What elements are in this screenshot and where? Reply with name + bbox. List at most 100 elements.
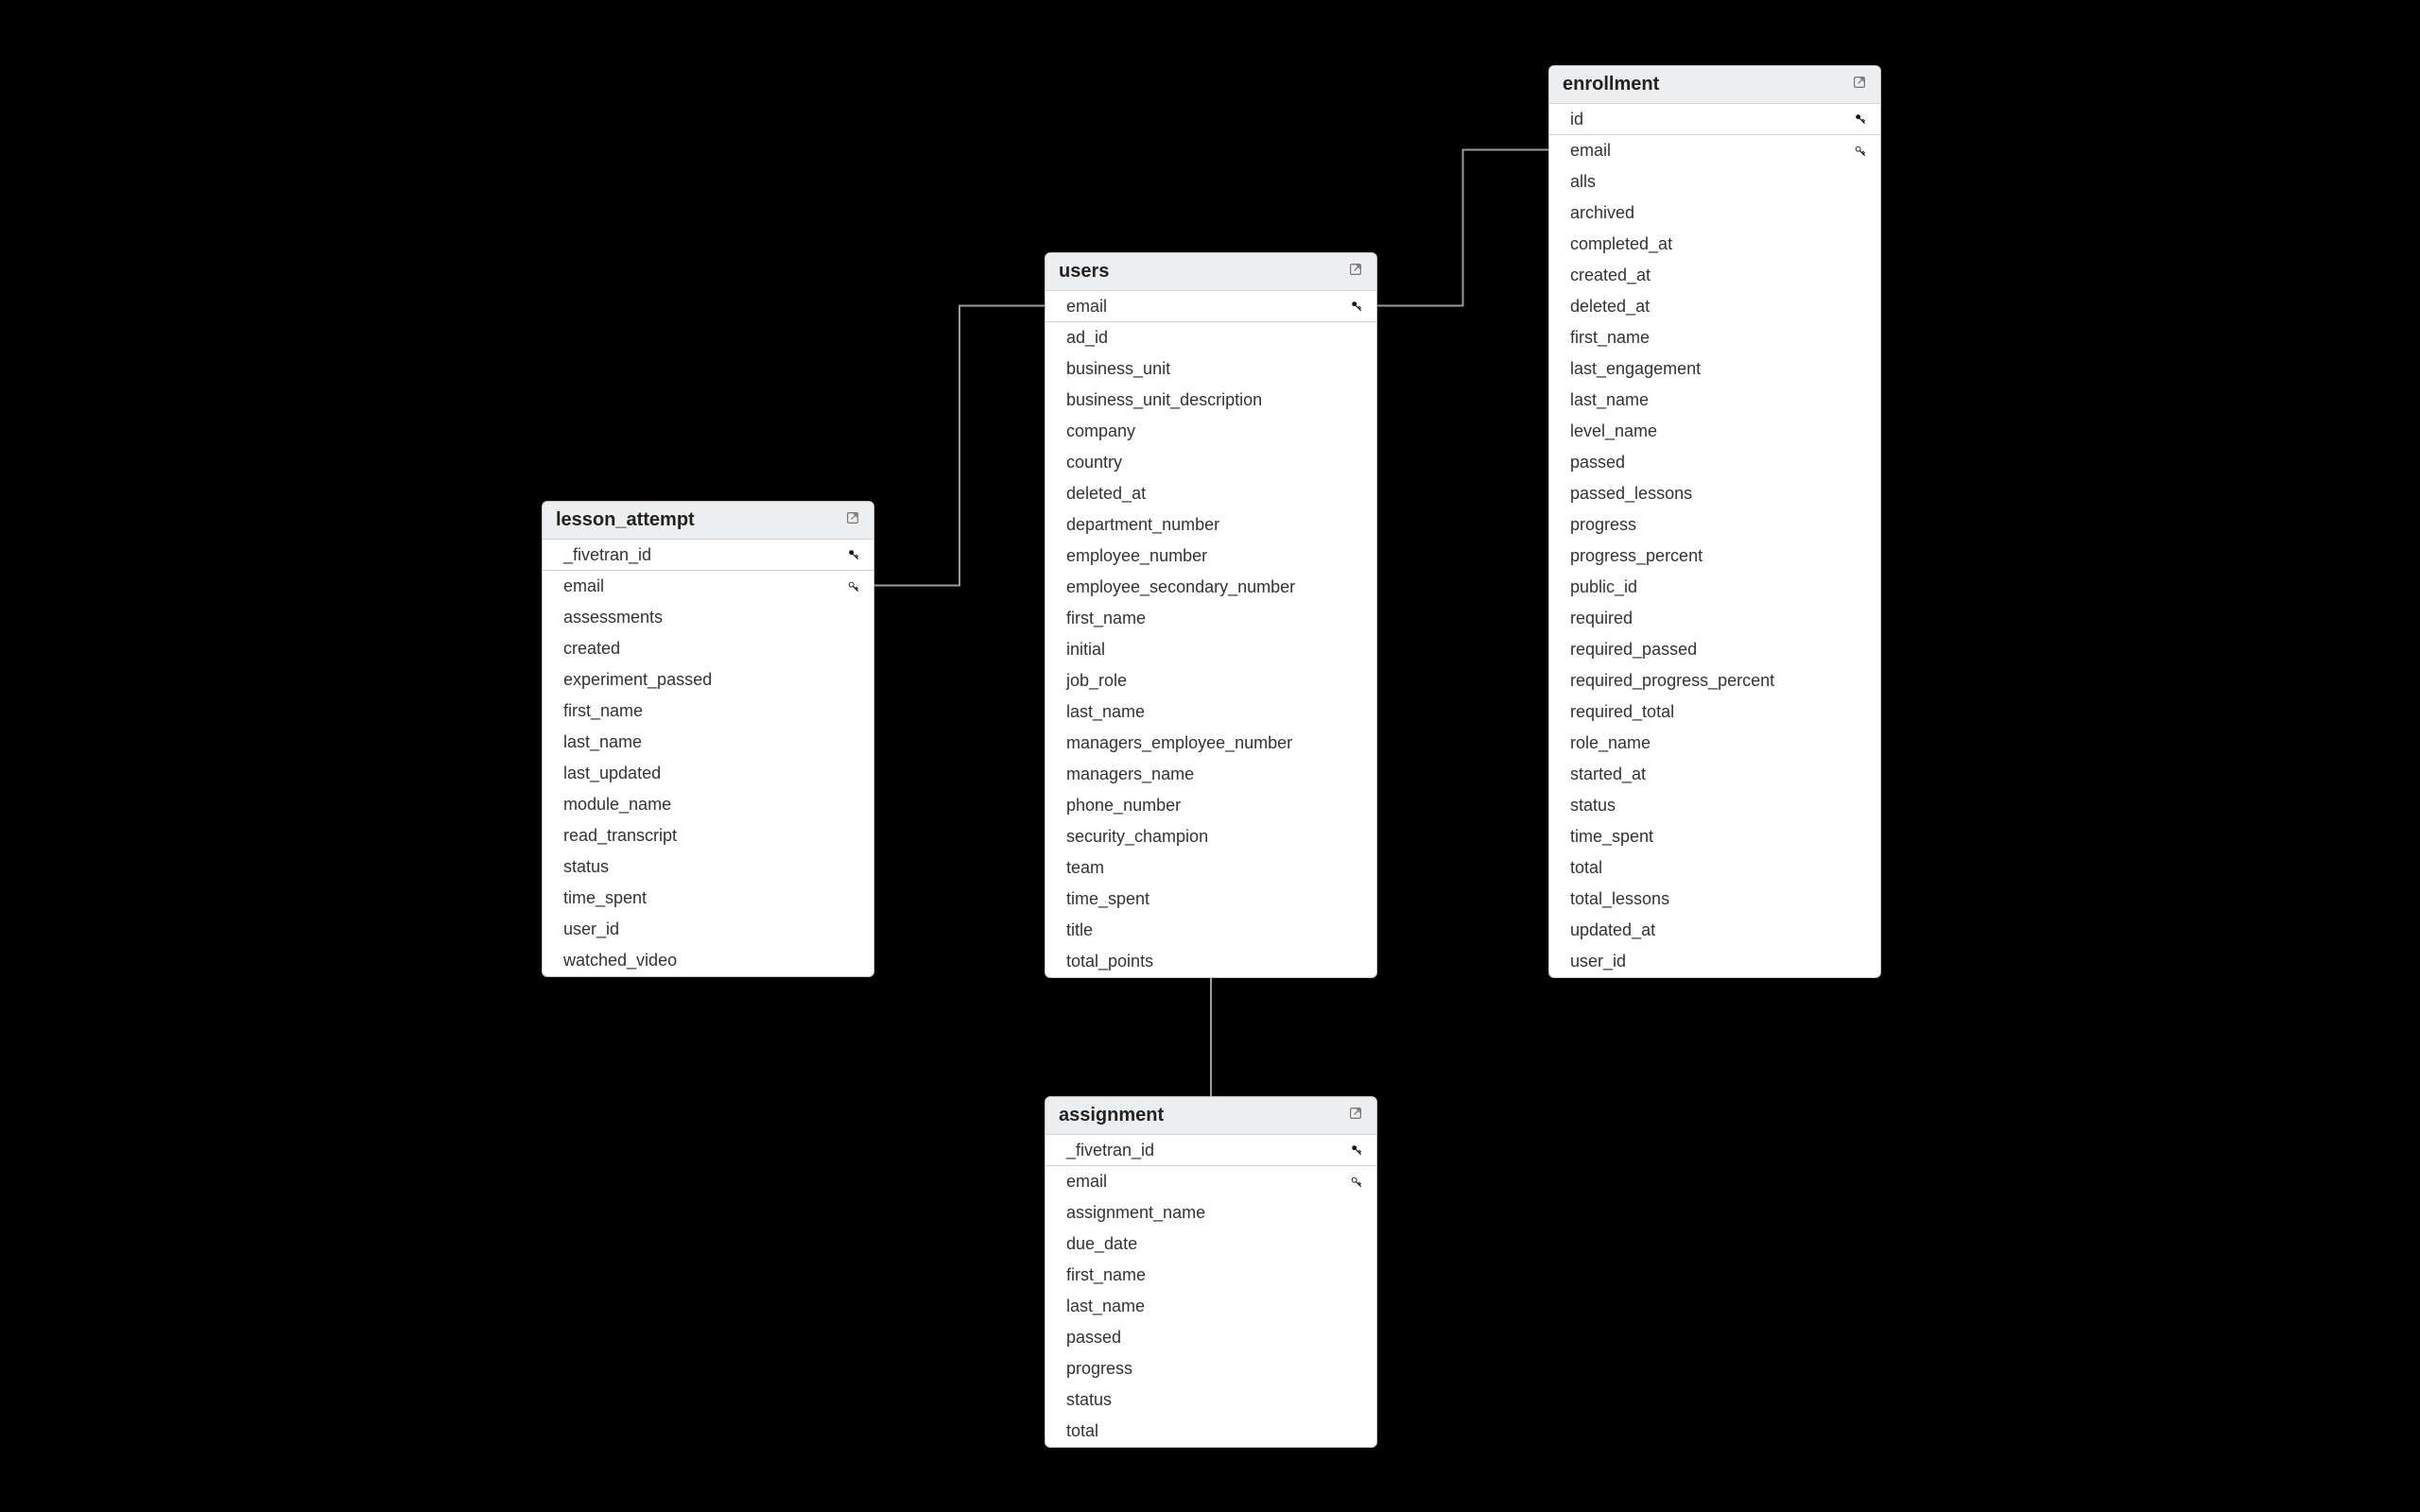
column-row[interactable]: read_transcript	[543, 820, 873, 851]
column-row[interactable]: email	[543, 571, 873, 602]
column-row[interactable]: created	[543, 633, 873, 664]
column-row[interactable]: time_spent	[1549, 821, 1880, 852]
table-header[interactable]: assignment	[1046, 1097, 1376, 1135]
table-users[interactable]: users email ad_idbusiness_unitbusiness_u…	[1045, 252, 1377, 978]
table-title: users	[1059, 261, 1109, 283]
column-row[interactable]: required_total	[1549, 696, 1880, 728]
column-row[interactable]: created_at	[1549, 260, 1880, 291]
column-row[interactable]: user_id	[543, 914, 873, 945]
table-header[interactable]: users	[1046, 253, 1376, 291]
column-name: level_name	[1570, 421, 1657, 441]
column-row[interactable]: email	[1046, 1166, 1376, 1197]
column-row[interactable]: business_unit_description	[1046, 385, 1376, 416]
column-row[interactable]: started_at	[1549, 759, 1880, 790]
column-row[interactable]: id	[1549, 104, 1880, 135]
column-row[interactable]: initial	[1046, 634, 1376, 665]
column-row[interactable]: progress	[1046, 1353, 1376, 1384]
column-row[interactable]: due_date	[1046, 1228, 1376, 1260]
table-header[interactable]: enrollment	[1549, 66, 1880, 104]
column-row[interactable]: _fivetran_id	[1046, 1135, 1376, 1166]
column-row[interactable]: public_id	[1549, 572, 1880, 603]
column-row[interactable]: assessments	[543, 602, 873, 633]
column-row[interactable]: status	[1549, 790, 1880, 821]
open-table-icon[interactable]	[845, 510, 860, 530]
column-name: email	[563, 576, 604, 596]
column-row[interactable]: first_name	[1549, 322, 1880, 353]
column-row[interactable]: team	[1046, 852, 1376, 884]
column-row[interactable]: required_passed	[1549, 634, 1880, 665]
column-row[interactable]: progress	[1549, 509, 1880, 541]
column-row[interactable]: _fivetran_id	[543, 540, 873, 571]
table-lesson_attempt[interactable]: lesson_attempt _fivetran_id email assess…	[542, 501, 874, 977]
column-row[interactable]: title	[1046, 915, 1376, 946]
column-row[interactable]: first_name	[543, 696, 873, 727]
column-row[interactable]: alls	[1549, 166, 1880, 198]
column-row[interactable]: first_name	[1046, 603, 1376, 634]
table-enrollment[interactable]: enrollment id email allsarchivedcomplete…	[1548, 65, 1881, 978]
column-row[interactable]: required	[1549, 603, 1880, 634]
column-row[interactable]: employee_secondary_number	[1046, 572, 1376, 603]
open-table-icon[interactable]	[1852, 75, 1867, 94]
column-row[interactable]: country	[1046, 447, 1376, 478]
column-name: required	[1570, 609, 1633, 628]
column-row[interactable]: total_points	[1046, 946, 1376, 977]
foreign-key-icon	[1848, 145, 1867, 158]
column-row[interactable]: security_champion	[1046, 821, 1376, 852]
column-row[interactable]: status	[543, 851, 873, 883]
column-name: time_spent	[1570, 827, 1653, 847]
open-table-icon[interactable]	[1348, 1106, 1363, 1125]
column-row[interactable]: watched_video	[543, 945, 873, 976]
column-row[interactable]: deleted_at	[1046, 478, 1376, 509]
column-name: company	[1066, 421, 1135, 441]
column-row[interactable]: managers_employee_number	[1046, 728, 1376, 759]
column-name: team	[1066, 858, 1104, 878]
column-row[interactable]: time_spent	[543, 883, 873, 914]
column-name: deleted_at	[1066, 484, 1146, 504]
column-name: phone_number	[1066, 796, 1181, 816]
column-row[interactable]: completed_at	[1549, 229, 1880, 260]
column-row[interactable]: last_name	[1549, 385, 1880, 416]
column-row[interactable]: business_unit	[1046, 353, 1376, 385]
column-row[interactable]: archived	[1549, 198, 1880, 229]
column-row[interactable]: first_name	[1046, 1260, 1376, 1291]
column-row[interactable]: level_name	[1549, 416, 1880, 447]
column-row[interactable]: assignment_name	[1046, 1197, 1376, 1228]
column-row[interactable]: job_role	[1046, 665, 1376, 696]
er-diagram-canvas[interactable]: lesson_attempt _fivetran_id email assess…	[0, 0, 2420, 1512]
table-assignment[interactable]: assignment _fivetran_id email assignment…	[1045, 1096, 1377, 1448]
column-row[interactable]: deleted_at	[1549, 291, 1880, 322]
column-row[interactable]: status	[1046, 1384, 1376, 1416]
column-row[interactable]: module_name	[543, 789, 873, 820]
column-row[interactable]: last_name	[543, 727, 873, 758]
column-row[interactable]: email	[1549, 135, 1880, 166]
column-row[interactable]: time_spent	[1046, 884, 1376, 915]
column-row[interactable]: progress_percent	[1549, 541, 1880, 572]
column-row[interactable]: last_updated	[543, 758, 873, 789]
column-row[interactable]: department_number	[1046, 509, 1376, 541]
column-row[interactable]: total	[1549, 852, 1880, 884]
column-row[interactable]: role_name	[1549, 728, 1880, 759]
column-row[interactable]: company	[1046, 416, 1376, 447]
column-row[interactable]: total	[1046, 1416, 1376, 1447]
column-row[interactable]: employee_number	[1046, 541, 1376, 572]
column-row[interactable]: ad_id	[1046, 322, 1376, 353]
column-row[interactable]: passed	[1549, 447, 1880, 478]
column-name: created	[563, 639, 620, 659]
column-row[interactable]: managers_name	[1046, 759, 1376, 790]
column-name: assessments	[563, 608, 663, 627]
column-row[interactable]: last_engagement	[1549, 353, 1880, 385]
column-row[interactable]: phone_number	[1046, 790, 1376, 821]
table-header[interactable]: lesson_attempt	[543, 502, 873, 540]
column-row[interactable]: email	[1046, 291, 1376, 322]
column-name: first_name	[1570, 328, 1650, 348]
column-row[interactable]: user_id	[1549, 946, 1880, 977]
column-row[interactable]: experiment_passed	[543, 664, 873, 696]
column-row[interactable]: last_name	[1046, 696, 1376, 728]
column-row[interactable]: passed	[1046, 1322, 1376, 1353]
open-table-icon[interactable]	[1348, 262, 1363, 282]
column-row[interactable]: required_progress_percent	[1549, 665, 1880, 696]
column-row[interactable]: last_name	[1046, 1291, 1376, 1322]
column-row[interactable]: updated_at	[1549, 915, 1880, 946]
column-row[interactable]: passed_lessons	[1549, 478, 1880, 509]
column-row[interactable]: total_lessons	[1549, 884, 1880, 915]
